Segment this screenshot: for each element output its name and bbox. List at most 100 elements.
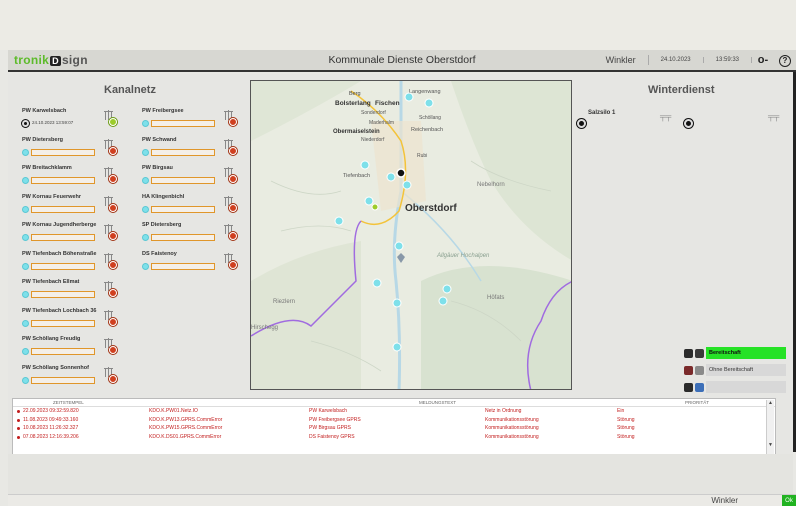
station-state-indicator [142, 262, 149, 270]
message-log[interactable]: ZEITSTEMPEL MELDUNGSTEXT PRIORITÄT 22.09… [12, 398, 776, 456]
station-name: SP Dietersberg [142, 222, 182, 228]
log-row[interactable]: 07.08.2023 12:16:39.206 KDO.K.DS01.GPRS.C… [13, 433, 775, 442]
station-name: PW Freibergsee [142, 108, 184, 114]
legend-bereitschaft[interactable]: Bereitschaft [684, 346, 786, 360]
station-status-icon [109, 232, 117, 240]
log-col-prioritaet[interactable]: PRIORITÄT [665, 400, 745, 405]
map-marker[interactable] [402, 180, 412, 190]
map-marker[interactable] [442, 284, 452, 294]
top-margin [0, 0, 796, 50]
map-label-allgaeuer-hochalpen: Allgäuer Hochalpen [436, 253, 490, 259]
winterdienst-title: Winterdienst [648, 84, 715, 96]
log-col-zeitstempel[interactable]: ZEITSTEMPEL [13, 400, 149, 405]
legend-ohne-bereitschaft[interactable]: Ohne Bereitschaft [684, 363, 786, 377]
map-marker[interactable] [386, 172, 396, 182]
station-name: PW Tiefenbach Ellmat [22, 279, 80, 285]
map-label-maderhalm: Maderhalm [369, 120, 394, 126]
vehicle-icon [695, 382, 704, 392]
station-state-indicator [142, 234, 149, 241]
scroll-down-icon[interactable]: ▼ [767, 442, 774, 448]
scroll-up-icon[interactable]: ▲ [767, 400, 774, 406]
log-state: Störung [617, 425, 635, 432]
station-status-icon [229, 232, 237, 240]
map-label-nebelhorn: Nebelhorn [477, 182, 505, 188]
station-pw-freibergsee[interactable]: PW Freibergsee [142, 108, 262, 136]
station-pw-tiefenbach-b-henstra-e[interactable]: PW Tiefenbach Böhenstraße [22, 251, 142, 279]
station-level-bar [31, 291, 95, 298]
station-name: PW Schöllang Sonnenhof [22, 364, 89, 371]
station-pw-breitachklamm[interactable]: PW Breitachklamm [22, 165, 142, 193]
station-pw-schwand[interactable]: PW Schwand [142, 137, 262, 165]
map-marker[interactable] [360, 160, 370, 170]
station-pw-kornau-jugendherberge[interactable]: PW Kornau Jugendherberge [22, 222, 142, 250]
log-state: Störung [617, 416, 635, 423]
legend-other[interactable] [684, 380, 786, 394]
station-pw-karwelsbach[interactable]: PW Karwelsbach 24.10.2023 13:59:07 [22, 108, 142, 136]
station-level-bar [151, 177, 215, 184]
map-marker[interactable] [404, 92, 414, 102]
vehicle-icon [684, 365, 693, 375]
map-label-oberstdorf: Oberstdorf [405, 203, 457, 214]
log-col-meldungstext[interactable]: MELDUNGSTEXT [309, 400, 485, 405]
log-scrollbar[interactable]: ▲ ▼ [766, 400, 774, 454]
log-row[interactable]: 10.08.2023 11:26:32.327 KDO.K.PW15.GPRS.C… [13, 424, 775, 433]
station-ha-klingenbichl[interactable]: HA Klingenbichl [142, 194, 262, 222]
log-row[interactable]: 11.08.2023 09:49:33.160 KDO.K.PW13.GPRS.C… [13, 416, 775, 425]
map-image: Berg Bolsterlang Fischen Langenwang Sond… [251, 81, 571, 389]
station-pw-tiefenbach-ellmat[interactable]: PW Tiefenbach Ellmat [22, 279, 142, 307]
station-sp-dietersberg[interactable]: SP Dietersberg [142, 222, 262, 250]
winter-station-name[interactable]: Salzsilo 1 [588, 110, 615, 116]
map-label-rubi: Rubi [417, 153, 427, 159]
log-header: ZEITSTEMPEL MELDUNGSTEXT PRIORITÄT [13, 399, 775, 407]
key-icon[interactable]: o- [752, 54, 774, 66]
station-status-icon [109, 346, 117, 354]
map-label-reichenbach: Reichenbach [411, 127, 443, 133]
station-level-bar [151, 205, 215, 213]
map-marker-active[interactable] [396, 168, 406, 178]
station-pw-dietersberg[interactable]: PW Dietersberg [22, 137, 142, 165]
station-pw-sch-llang-freudig[interactable]: PW Schöllang Freudig [22, 336, 142, 364]
log-timestamp: 11.08.2023 09:49:33.160 [13, 417, 149, 423]
log-source: KDO.K.PW13.GPRS.CommError [149, 416, 223, 423]
log-message: PW Freibergsee GPRS [309, 416, 361, 423]
log-rows: 22.09.2023 09:32:59.820 KDO.K.PW01.Netz.I… [13, 407, 775, 441]
map-view[interactable]: Berg Bolsterlang Fischen Langenwang Sond… [250, 80, 572, 390]
station-level-bar [31, 234, 95, 241]
station-pw-tiefenbach-lochbach-36[interactable]: PW Tiefenbach Lochbach 36 [22, 308, 142, 336]
map-marker[interactable] [334, 216, 344, 226]
station-name: HA Klingenbichl [142, 193, 185, 200]
help-icon[interactable]: ? [774, 54, 796, 67]
station-status-icon [229, 118, 237, 126]
map-label-bolsterlang: Bolsterlang [335, 100, 371, 107]
station-ds-faistenoy[interactable]: DS Faistenoy [142, 251, 262, 279]
status-legend: Bereitschaft Ohne Bereitschaft [684, 346, 786, 397]
log-message: PW Birgsau GPRS [309, 425, 351, 432]
map-marker[interactable] [392, 342, 402, 352]
map-marker[interactable] [424, 98, 434, 108]
station-name: PW Kornau Feuerwehr [22, 193, 81, 200]
header-user[interactable]: Winkler [594, 55, 649, 65]
map-marker[interactable] [372, 278, 382, 288]
station-pw-sch-llang-sonnenhof[interactable]: PW Schöllang Sonnenhof [22, 365, 142, 393]
map-marker[interactable] [392, 298, 402, 308]
log-source: KDO.K.PW01.Netz.IO [149, 408, 198, 415]
log-row[interactable]: 22.09.2023 09:32:59.820 KDO.K.PW01.Netz.I… [13, 407, 775, 416]
map-marker[interactable] [394, 241, 404, 251]
station-state-indicator [22, 120, 29, 127]
station-name: PW Kornau Jugendherberge [22, 222, 97, 228]
station-status-icon [109, 175, 117, 183]
station-name: PW Birgsau [142, 165, 173, 171]
map-marker-ok[interactable] [371, 203, 379, 211]
station-pw-kornau-feuerwehr[interactable]: PW Kornau Feuerwehr [22, 194, 142, 222]
map-label-sonderdorf: Sonderdorf [361, 110, 386, 116]
map-marker[interactable] [364, 196, 374, 206]
log-source: KDO.K.PW15.GPRS.CommError [149, 425, 223, 432]
station-name: PW Schöllang Freudig [22, 336, 81, 342]
station-status-icon [229, 260, 237, 269]
station-level-bar [31, 348, 95, 355]
station-state-indicator [22, 291, 29, 298]
station-pw-birgsau[interactable]: PW Birgsau [142, 165, 262, 193]
map-marker[interactable] [438, 296, 448, 306]
station-name: PW Breitachklamm [22, 165, 72, 171]
footer-status-ok: Ok [782, 495, 796, 506]
